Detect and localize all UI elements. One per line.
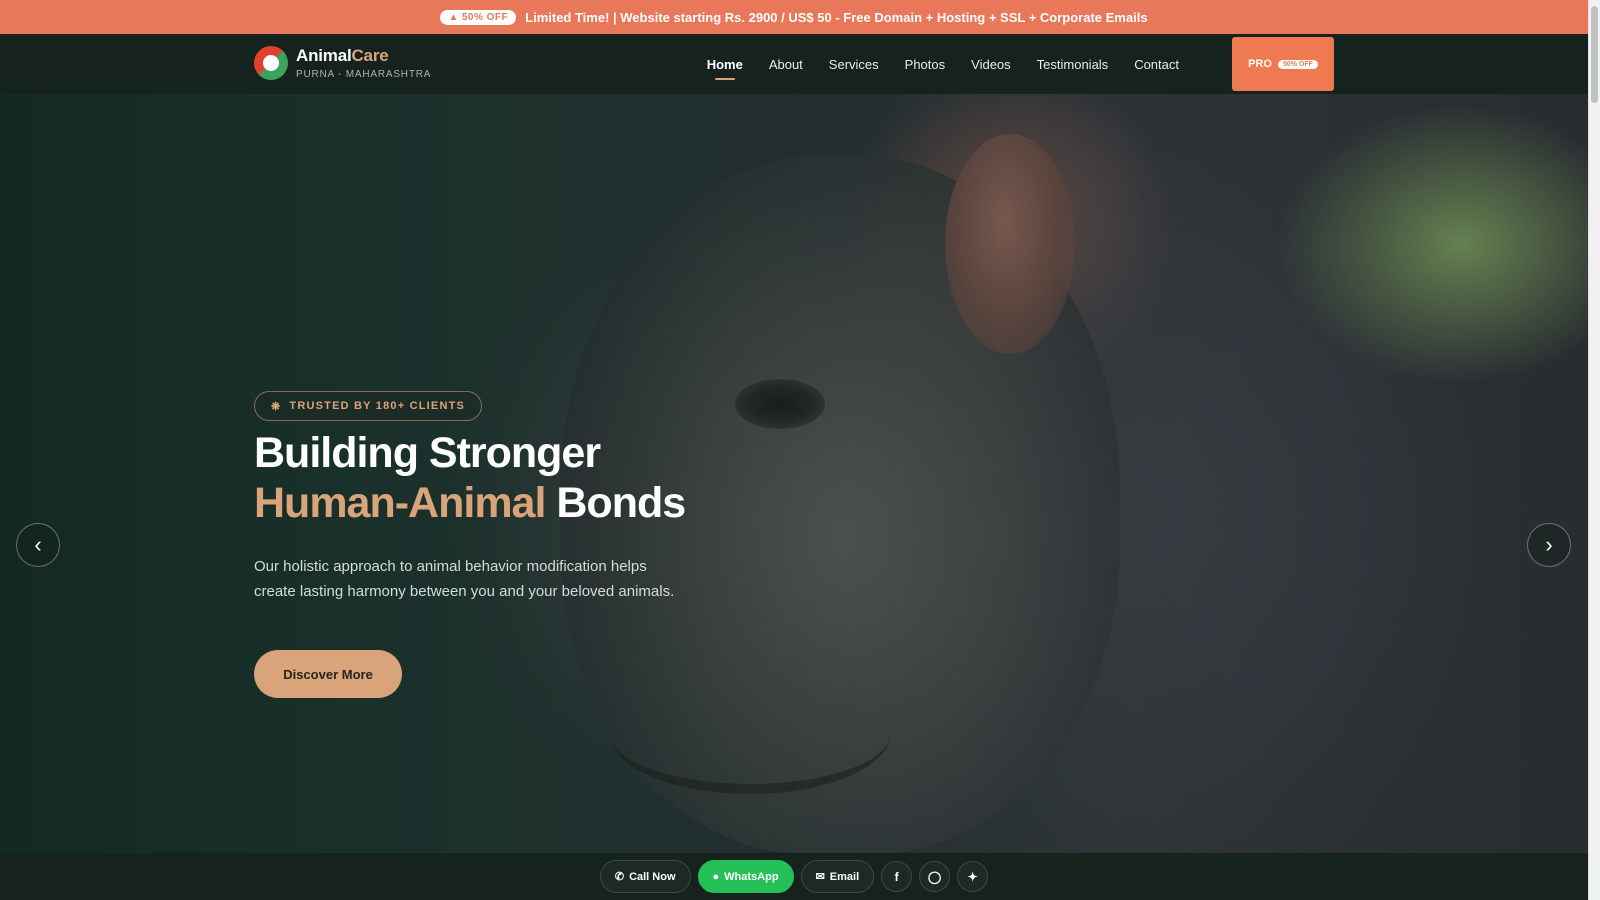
hero-overlay bbox=[0, 94, 1588, 853]
main-nav: Home About Services Photos Videos Testim… bbox=[694, 34, 1192, 94]
facebook-icon[interactable]: f bbox=[881, 861, 913, 892]
site-header: AnimalCare PURNA - MAHARASHTRA Home Abou… bbox=[0, 34, 1588, 94]
logo-text: AnimalCare PURNA - MAHARASHTRA bbox=[296, 46, 431, 80]
whatsapp-label: WhatsApp bbox=[724, 870, 779, 883]
nav-home[interactable]: Home bbox=[694, 34, 756, 94]
scrollbar-thumb[interactable] bbox=[1591, 6, 1598, 103]
hero-headline: Building Stronger Human-Animal Bonds bbox=[254, 429, 686, 527]
logo-icon bbox=[254, 46, 288, 80]
brand-name: AnimalCare bbox=[296, 46, 389, 65]
whatsapp-icon: ● bbox=[712, 870, 720, 883]
hero-slider: ❋ TRUSTED BY 180+ CLIENTS Building Stron… bbox=[0, 94, 1588, 853]
contact-bar: ✆ Call Now ● WhatsApp ✉ Email f ◯ ✦ bbox=[0, 853, 1588, 900]
brand-logo[interactable]: AnimalCare PURNA - MAHARASHTRA bbox=[254, 46, 431, 80]
instagram-icon[interactable]: ◯ bbox=[919, 861, 951, 892]
pro-button[interactable]: PRO 50% OFF bbox=[1232, 37, 1334, 91]
pro-label: PRO bbox=[1248, 58, 1272, 70]
envelope-icon: ✉ bbox=[815, 871, 825, 883]
pro-badge: 50% OFF bbox=[1277, 59, 1318, 69]
promo-bar[interactable]: ▲ 50% OFF Limited Time! | Website starti… bbox=[0, 0, 1588, 34]
email-button[interactable]: ✉ Email bbox=[800, 860, 875, 893]
promo-badge: ▲ 50% OFF bbox=[440, 9, 517, 25]
email-label: Email bbox=[829, 870, 860, 883]
slider-next-button[interactable]: › bbox=[1527, 523, 1571, 567]
chevron-left-icon: ‹ bbox=[34, 532, 42, 557]
call-now-button[interactable]: ✆ Call Now bbox=[599, 860, 691, 893]
whatsapp-button[interactable]: ● WhatsApp bbox=[697, 860, 794, 893]
nav-services[interactable]: Services bbox=[816, 34, 892, 94]
promo-badge-text: 50% OFF bbox=[461, 11, 509, 23]
nav-testimonials[interactable]: Testimonials bbox=[1024, 34, 1122, 94]
trust-badge-text: TRUSTED BY 180+ CLIENTS bbox=[289, 400, 466, 412]
page-scrollbar[interactable] bbox=[1588, 0, 1600, 900]
brand-location: PURNA - MAHARASHTRA bbox=[296, 69, 432, 80]
slider-prev-button[interactable]: ‹ bbox=[16, 523, 60, 567]
discover-more-button[interactable]: Discover More bbox=[254, 650, 402, 698]
phone-icon: ✆ bbox=[614, 871, 625, 883]
nav-about[interactable]: About bbox=[756, 34, 816, 94]
nav-photos[interactable]: Photos bbox=[892, 34, 958, 94]
flame-icon: ▲ bbox=[448, 11, 459, 23]
promo-text: Limited Time! | Website starting Rs. 290… bbox=[525, 9, 1148, 25]
twitter-icon[interactable]: ✦ bbox=[957, 861, 989, 892]
nav-contact[interactable]: Contact bbox=[1121, 34, 1192, 94]
hero-description: Our holistic approach to animal behavior… bbox=[254, 558, 675, 600]
paw-icon: ❋ bbox=[271, 400, 282, 413]
trust-badge: ❋ TRUSTED BY 180+ CLIENTS bbox=[254, 391, 483, 421]
nav-videos[interactable]: Videos bbox=[958, 34, 1024, 94]
call-now-label: Call Now bbox=[629, 870, 676, 883]
chevron-right-icon: › bbox=[1545, 532, 1553, 557]
